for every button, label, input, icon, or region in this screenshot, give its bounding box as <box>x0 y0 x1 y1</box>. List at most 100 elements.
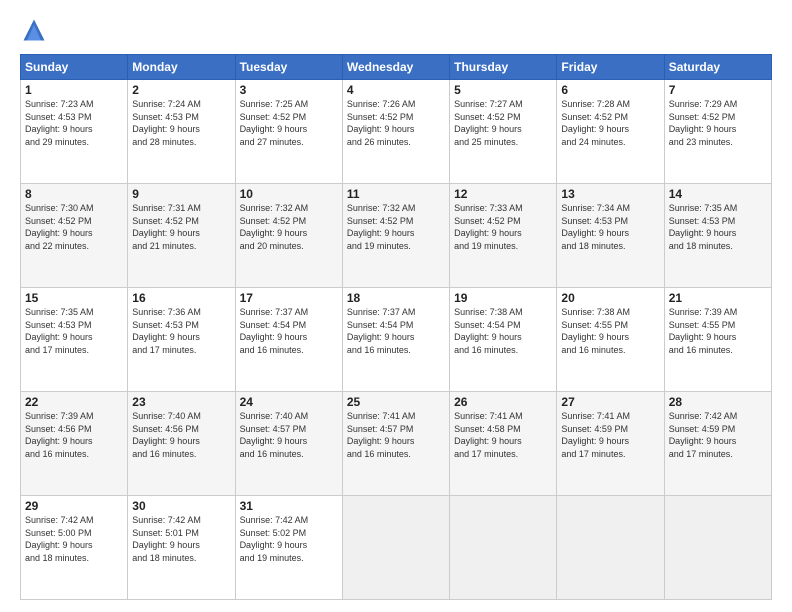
day-info: Sunrise: 7:35 AM Sunset: 4:53 PM Dayligh… <box>25 306 123 356</box>
calendar-cell: 26Sunrise: 7:41 AM Sunset: 4:58 PM Dayli… <box>450 392 557 496</box>
calendar-cell <box>342 496 449 600</box>
day-number: 29 <box>25 499 123 513</box>
day-info: Sunrise: 7:28 AM Sunset: 4:52 PM Dayligh… <box>561 98 659 148</box>
day-info: Sunrise: 7:40 AM Sunset: 4:56 PM Dayligh… <box>132 410 230 460</box>
day-info: Sunrise: 7:41 AM Sunset: 4:58 PM Dayligh… <box>454 410 552 460</box>
day-info: Sunrise: 7:42 AM Sunset: 4:59 PM Dayligh… <box>669 410 767 460</box>
calendar-cell: 12Sunrise: 7:33 AM Sunset: 4:52 PM Dayli… <box>450 184 557 288</box>
calendar-cell <box>664 496 771 600</box>
day-info: Sunrise: 7:31 AM Sunset: 4:52 PM Dayligh… <box>132 202 230 252</box>
calendar-cell: 18Sunrise: 7:37 AM Sunset: 4:54 PM Dayli… <box>342 288 449 392</box>
day-number: 12 <box>454 187 552 201</box>
day-info: Sunrise: 7:32 AM Sunset: 4:52 PM Dayligh… <box>240 202 338 252</box>
day-info: Sunrise: 7:25 AM Sunset: 4:52 PM Dayligh… <box>240 98 338 148</box>
calendar-header-sunday: Sunday <box>21 55 128 80</box>
day-number: 7 <box>669 83 767 97</box>
day-info: Sunrise: 7:42 AM Sunset: 5:00 PM Dayligh… <box>25 514 123 564</box>
day-number: 13 <box>561 187 659 201</box>
calendar-header-wednesday: Wednesday <box>342 55 449 80</box>
day-info: Sunrise: 7:35 AM Sunset: 4:53 PM Dayligh… <box>669 202 767 252</box>
calendar-cell: 11Sunrise: 7:32 AM Sunset: 4:52 PM Dayli… <box>342 184 449 288</box>
day-number: 31 <box>240 499 338 513</box>
day-number: 30 <box>132 499 230 513</box>
day-number: 8 <box>25 187 123 201</box>
day-info: Sunrise: 7:39 AM Sunset: 4:55 PM Dayligh… <box>669 306 767 356</box>
calendar-cell: 23Sunrise: 7:40 AM Sunset: 4:56 PM Dayli… <box>128 392 235 496</box>
day-number: 10 <box>240 187 338 201</box>
day-number: 22 <box>25 395 123 409</box>
day-number: 21 <box>669 291 767 305</box>
day-info: Sunrise: 7:38 AM Sunset: 4:54 PM Dayligh… <box>454 306 552 356</box>
calendar-cell: 9Sunrise: 7:31 AM Sunset: 4:52 PM Daylig… <box>128 184 235 288</box>
calendar-cell: 25Sunrise: 7:41 AM Sunset: 4:57 PM Dayli… <box>342 392 449 496</box>
calendar-cell: 16Sunrise: 7:36 AM Sunset: 4:53 PM Dayli… <box>128 288 235 392</box>
day-number: 1 <box>25 83 123 97</box>
calendar-cell: 5Sunrise: 7:27 AM Sunset: 4:52 PM Daylig… <box>450 80 557 184</box>
calendar-cell: 4Sunrise: 7:26 AM Sunset: 4:52 PM Daylig… <box>342 80 449 184</box>
calendar-header-friday: Friday <box>557 55 664 80</box>
day-number: 9 <box>132 187 230 201</box>
day-info: Sunrise: 7:42 AM Sunset: 5:02 PM Dayligh… <box>240 514 338 564</box>
day-number: 3 <box>240 83 338 97</box>
day-number: 24 <box>240 395 338 409</box>
calendar-header-thursday: Thursday <box>450 55 557 80</box>
calendar-cell: 8Sunrise: 7:30 AM Sunset: 4:52 PM Daylig… <box>21 184 128 288</box>
day-info: Sunrise: 7:38 AM Sunset: 4:55 PM Dayligh… <box>561 306 659 356</box>
calendar-cell: 7Sunrise: 7:29 AM Sunset: 4:52 PM Daylig… <box>664 80 771 184</box>
day-info: Sunrise: 7:32 AM Sunset: 4:52 PM Dayligh… <box>347 202 445 252</box>
day-info: Sunrise: 7:42 AM Sunset: 5:01 PM Dayligh… <box>132 514 230 564</box>
calendar-cell: 13Sunrise: 7:34 AM Sunset: 4:53 PM Dayli… <box>557 184 664 288</box>
calendar-cell: 17Sunrise: 7:37 AM Sunset: 4:54 PM Dayli… <box>235 288 342 392</box>
day-number: 6 <box>561 83 659 97</box>
day-info: Sunrise: 7:29 AM Sunset: 4:52 PM Dayligh… <box>669 98 767 148</box>
day-info: Sunrise: 7:34 AM Sunset: 4:53 PM Dayligh… <box>561 202 659 252</box>
day-number: 26 <box>454 395 552 409</box>
calendar-cell: 19Sunrise: 7:38 AM Sunset: 4:54 PM Dayli… <box>450 288 557 392</box>
calendar-cell <box>450 496 557 600</box>
calendar-cell: 31Sunrise: 7:42 AM Sunset: 5:02 PM Dayli… <box>235 496 342 600</box>
day-number: 18 <box>347 291 445 305</box>
calendar-header-monday: Monday <box>128 55 235 80</box>
day-info: Sunrise: 7:36 AM Sunset: 4:53 PM Dayligh… <box>132 306 230 356</box>
calendar-cell: 20Sunrise: 7:38 AM Sunset: 4:55 PM Dayli… <box>557 288 664 392</box>
calendar-cell: 3Sunrise: 7:25 AM Sunset: 4:52 PM Daylig… <box>235 80 342 184</box>
calendar-cell <box>557 496 664 600</box>
day-number: 19 <box>454 291 552 305</box>
day-info: Sunrise: 7:33 AM Sunset: 4:52 PM Dayligh… <box>454 202 552 252</box>
day-info: Sunrise: 7:30 AM Sunset: 4:52 PM Dayligh… <box>25 202 123 252</box>
day-number: 20 <box>561 291 659 305</box>
calendar-header-tuesday: Tuesday <box>235 55 342 80</box>
calendar-cell: 14Sunrise: 7:35 AM Sunset: 4:53 PM Dayli… <box>664 184 771 288</box>
day-number: 4 <box>347 83 445 97</box>
calendar-cell: 6Sunrise: 7:28 AM Sunset: 4:52 PM Daylig… <box>557 80 664 184</box>
calendar-cell: 22Sunrise: 7:39 AM Sunset: 4:56 PM Dayli… <box>21 392 128 496</box>
calendar-cell: 28Sunrise: 7:42 AM Sunset: 4:59 PM Dayli… <box>664 392 771 496</box>
calendar-cell: 24Sunrise: 7:40 AM Sunset: 4:57 PM Dayli… <box>235 392 342 496</box>
calendar-cell: 27Sunrise: 7:41 AM Sunset: 4:59 PM Dayli… <box>557 392 664 496</box>
day-number: 2 <box>132 83 230 97</box>
logo <box>20 16 52 44</box>
day-info: Sunrise: 7:40 AM Sunset: 4:57 PM Dayligh… <box>240 410 338 460</box>
day-info: Sunrise: 7:24 AM Sunset: 4:53 PM Dayligh… <box>132 98 230 148</box>
day-info: Sunrise: 7:27 AM Sunset: 4:52 PM Dayligh… <box>454 98 552 148</box>
day-number: 25 <box>347 395 445 409</box>
calendar-header-saturday: Saturday <box>664 55 771 80</box>
day-number: 11 <box>347 187 445 201</box>
day-number: 14 <box>669 187 767 201</box>
day-number: 15 <box>25 291 123 305</box>
calendar-cell: 21Sunrise: 7:39 AM Sunset: 4:55 PM Dayli… <box>664 288 771 392</box>
day-number: 5 <box>454 83 552 97</box>
day-info: Sunrise: 7:26 AM Sunset: 4:52 PM Dayligh… <box>347 98 445 148</box>
day-number: 28 <box>669 395 767 409</box>
calendar-cell: 10Sunrise: 7:32 AM Sunset: 4:52 PM Dayli… <box>235 184 342 288</box>
calendar-table: SundayMondayTuesdayWednesdayThursdayFrid… <box>20 54 772 600</box>
calendar-cell: 15Sunrise: 7:35 AM Sunset: 4:53 PM Dayli… <box>21 288 128 392</box>
day-number: 16 <box>132 291 230 305</box>
day-number: 23 <box>132 395 230 409</box>
logo-icon <box>20 16 48 44</box>
day-info: Sunrise: 7:39 AM Sunset: 4:56 PM Dayligh… <box>25 410 123 460</box>
day-info: Sunrise: 7:37 AM Sunset: 4:54 PM Dayligh… <box>240 306 338 356</box>
calendar-cell: 29Sunrise: 7:42 AM Sunset: 5:00 PM Dayli… <box>21 496 128 600</box>
day-number: 27 <box>561 395 659 409</box>
day-info: Sunrise: 7:37 AM Sunset: 4:54 PM Dayligh… <box>347 306 445 356</box>
